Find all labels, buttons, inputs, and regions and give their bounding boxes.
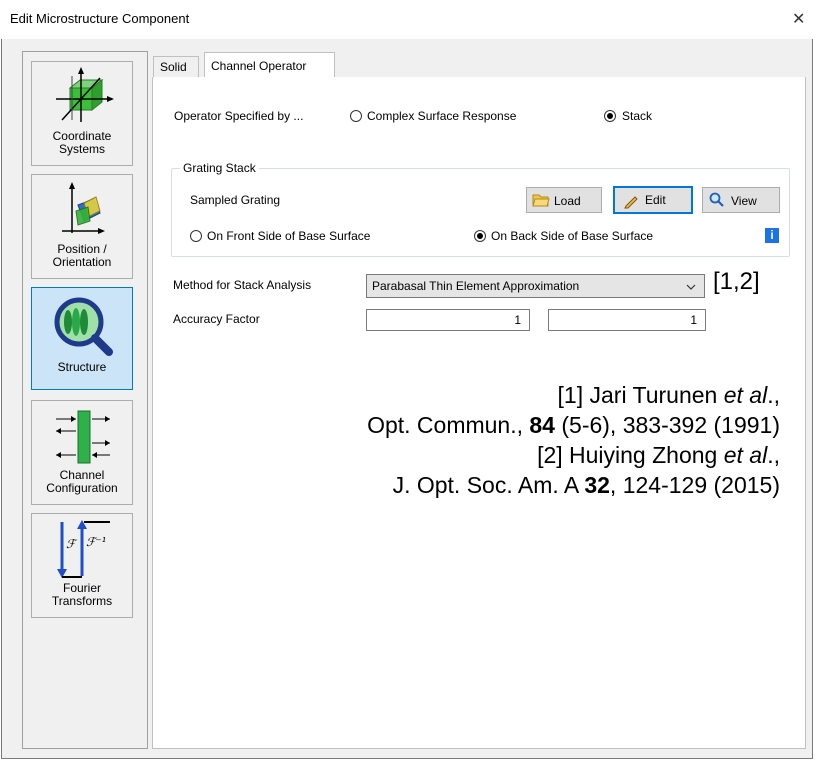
- sidebar-label: Structure: [57, 360, 107, 374]
- method-label: Method for Stack Analysis: [173, 278, 312, 292]
- svg-text:ℱ⁻¹: ℱ⁻¹: [86, 535, 107, 549]
- grating-name: Sampled Grating: [190, 193, 281, 207]
- operator-label: Operator Specified by ...: [174, 109, 304, 123]
- grating-stack-legend: Grating Stack: [180, 161, 259, 175]
- grating-stack-group: [171, 168, 790, 257]
- stack-label: Stack: [622, 109, 653, 123]
- accuracy-field-2[interactable]: 1: [548, 309, 706, 331]
- chevron-down-icon: [686, 284, 696, 290]
- close-icon[interactable]: ✕: [792, 9, 805, 29]
- stack-radio[interactable]: [604, 110, 616, 122]
- sidebar-item-position-orientation[interactable]: Position / Orientation: [31, 174, 133, 279]
- references-block: [1] Jari Turunen et al., Opt. Commun., 8…: [200, 380, 780, 500]
- view-label: View: [731, 194, 757, 208]
- sidebar-label: Transforms: [51, 594, 113, 608]
- method-value: Parabasal Thin Element Approximation: [372, 279, 580, 293]
- reference-2-authors: [2] Huiying Zhong et al.,: [537, 442, 780, 468]
- sidebar-label: Configuration: [46, 481, 118, 495]
- edit-button[interactable]: Edit: [613, 186, 693, 214]
- title-bar: Edit Microstructure Component ✕: [1, 1, 813, 39]
- sidebar-item-coordinate-systems[interactable]: Coordinate Systems: [31, 61, 133, 166]
- folder-open-icon: [532, 194, 550, 207]
- load-button[interactable]: Load: [526, 187, 602, 213]
- magnifier-icon: [709, 192, 724, 207]
- load-label: Load: [554, 194, 581, 208]
- accuracy-field-1[interactable]: 1: [366, 309, 530, 331]
- reference-1-citation: Opt. Commun., 84 (5-6), 383-392 (1991): [367, 412, 780, 438]
- info-icon[interactable]: i: [765, 228, 779, 243]
- method-dropdown[interactable]: Parabasal Thin Element Approximation: [366, 274, 705, 298]
- sidebar-item-structure[interactable]: Structure: [31, 287, 133, 390]
- structure-icon: [54, 297, 113, 356]
- back-side-label: On Back Side of Base Surface: [491, 229, 654, 243]
- sidebar-label: Orientation: [52, 255, 112, 269]
- window-title: Edit Microstructure Component: [10, 11, 190, 26]
- coordinate-systems-icon: [56, 67, 114, 122]
- accuracy-label: Accuracy Factor: [173, 312, 260, 326]
- sidebar-label: Systems: [58, 142, 105, 156]
- complex-surface-label: Complex Surface Response: [367, 109, 517, 123]
- view-button[interactable]: View: [702, 187, 780, 213]
- complex-surface-radio[interactable]: [350, 110, 362, 122]
- front-side-label: On Front Side of Base Surface: [207, 229, 371, 243]
- sidebar-item-channel-configuration[interactable]: Channel Configuration: [31, 400, 133, 505]
- edit-label: Edit: [645, 193, 666, 207]
- fourier-transforms-icon: ℱ ℱ⁻¹: [57, 520, 110, 578]
- method-references: [1,2]: [713, 268, 760, 295]
- position-orientation-icon: [62, 182, 105, 234]
- reference-1-authors: [1] Jari Turunen et al.,: [557, 382, 780, 408]
- active-tab-joint: [205, 77, 334, 79]
- back-side-radio[interactable]: [474, 230, 486, 242]
- pencil-icon: [624, 196, 638, 209]
- channel-configuration-icon: [56, 410, 110, 464]
- tab-channel-operator[interactable]: Channel Operator: [204, 52, 335, 78]
- sidebar-item-fourier-transforms[interactable]: ℱ ℱ⁻¹ Fourier Transforms: [31, 513, 133, 618]
- svg-text:ℱ: ℱ: [66, 537, 78, 551]
- front-side-radio[interactable]: [190, 230, 202, 242]
- tab-solid[interactable]: Solid: [153, 56, 199, 77]
- reference-2-citation: J. Opt. Soc. Am. A 32, 124-129 (2015): [392, 472, 780, 498]
